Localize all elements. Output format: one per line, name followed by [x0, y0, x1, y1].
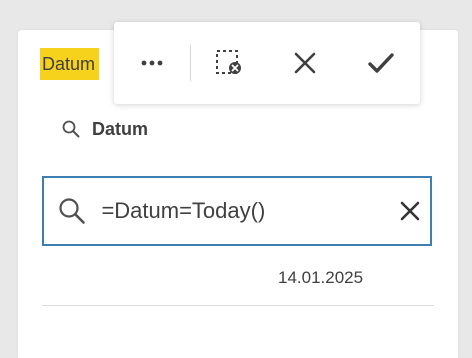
close-icon: [400, 201, 420, 221]
search-input[interactable]: [95, 191, 390, 231]
search-icon: [59, 198, 85, 224]
more-horizontal-icon: [141, 60, 163, 66]
more-options-button[interactable]: [114, 22, 190, 104]
search-icon: [62, 120, 80, 138]
search-box: [42, 176, 432, 246]
checkmark-icon: [368, 53, 394, 73]
clear-search-button[interactable]: [389, 178, 430, 244]
search-box-icon-wrap: [44, 197, 95, 225]
clear-selection-icon: [216, 50, 241, 74]
search-field-name: Datum: [92, 118, 149, 139]
list-item[interactable]: 14.01.2025: [42, 258, 434, 306]
clear-selection-button[interactable]: [191, 22, 267, 104]
confirm-selection-button[interactable]: [343, 22, 419, 104]
field-title-highlighted: Datum: [40, 48, 100, 80]
close-icon: [294, 52, 316, 74]
search-field-header: Datum: [62, 114, 148, 144]
selection-toolbar: [114, 22, 420, 104]
cancel-selection-button[interactable]: [267, 22, 343, 104]
list-item-value: 14.01.2025: [278, 268, 364, 287]
